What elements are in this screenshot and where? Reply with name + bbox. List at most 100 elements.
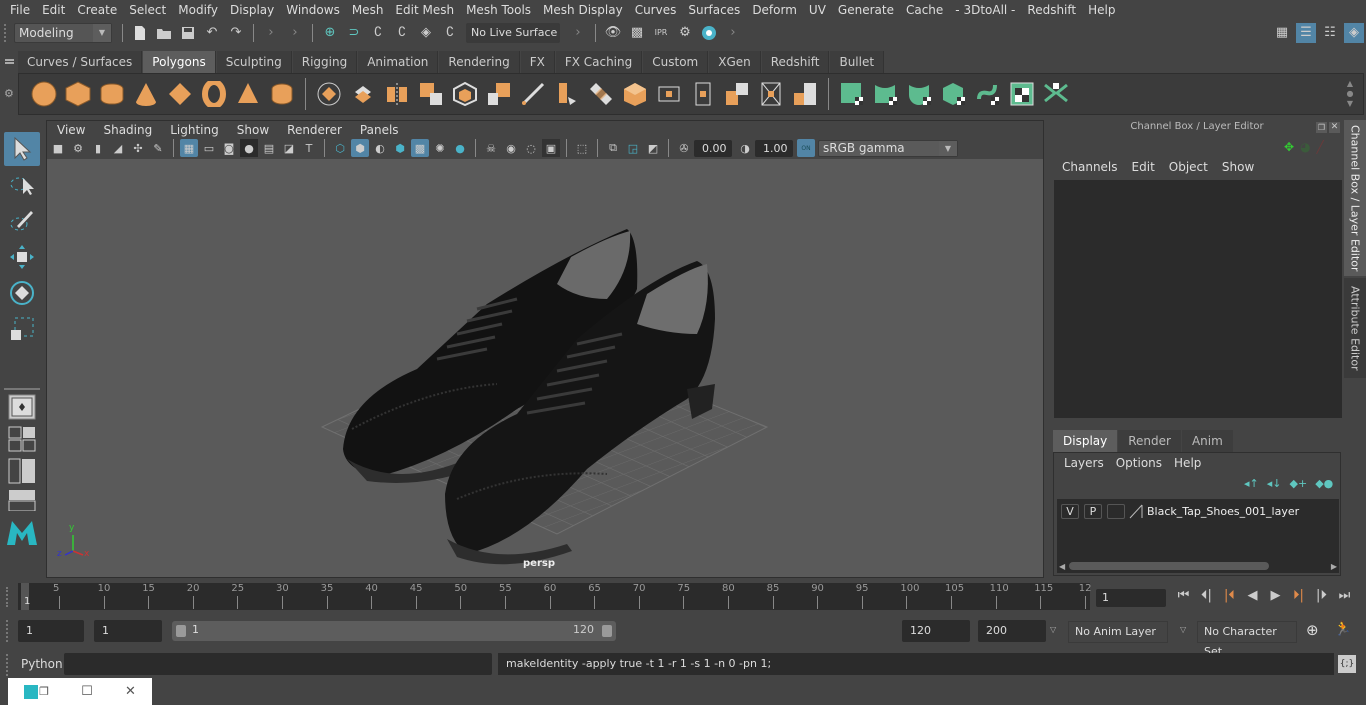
grease-pencil-icon[interactable]: ✎ — [149, 139, 167, 157]
time-slider[interactable]: 1 5 10 15 20 25 30 35 40 45 50 55 60 65 70 75 80 85 90 95 1… — [18, 583, 1092, 610]
resolution-gate-icon[interactable]: ◙ — [220, 139, 238, 157]
remesh-icon[interactable] — [484, 79, 514, 109]
current-frame-field[interactable]: 1 — [1096, 589, 1166, 607]
animation-preferences-icon[interactable]: 🏃 — [1334, 621, 1351, 637]
exposure-icon[interactable]: ✇ — [675, 139, 693, 157]
wireframe-on-shaded-icon[interactable]: ⬢ — [391, 139, 409, 157]
colorspace-dropdown[interactable]: sRGB gamma ▼ — [818, 139, 958, 157]
bridge-icon[interactable] — [586, 79, 616, 109]
use-all-lights-icon[interactable]: ✺ — [431, 139, 449, 157]
gamma-icon[interactable]: ◑ — [736, 139, 754, 157]
layer-tab-render[interactable]: Render — [1118, 430, 1181, 452]
menu-edit[interactable]: Edit — [36, 3, 71, 17]
cb-menu-edit[interactable]: Edit — [1125, 160, 1162, 174]
combine-icon[interactable] — [314, 79, 344, 109]
wireframe-icon[interactable]: ⬡ — [331, 139, 349, 157]
menu-redshift[interactable]: Redshift — [1021, 3, 1082, 17]
screen-space-ao-icon[interactable]: ☠ — [482, 139, 500, 157]
mirror-icon[interactable] — [382, 79, 412, 109]
menu-cache[interactable]: Cache — [900, 3, 949, 17]
menu-display[interactable]: Display — [224, 3, 280, 17]
range-start-handle[interactable] — [176, 625, 186, 637]
shelf-tab-rendering[interactable]: Rendering — [439, 51, 520, 73]
poly-plane-icon[interactable] — [165, 79, 195, 109]
field-chart-icon[interactable]: ▤ — [260, 139, 278, 157]
bookmark-icon[interactable]: ▮ — [89, 139, 107, 157]
insert-edge-loop-icon[interactable] — [688, 79, 718, 109]
snap-curve-icon[interactable]: ⊃ — [344, 23, 364, 43]
layer-row[interactable]: V P Black_Tap_Shoes_001_layer — [1057, 501, 1339, 521]
menu-select[interactable]: Select — [123, 3, 172, 17]
step-forward-frame-icon[interactable]: |⏵ — [1312, 588, 1331, 603]
layer-list-hscrollbar[interactable]: ◀ ▶ — [1059, 561, 1337, 571]
menu-file[interactable]: File — [4, 3, 36, 17]
new-scene-icon[interactable] — [130, 23, 150, 43]
layer-tab-anim[interactable]: Anim — [1181, 430, 1233, 452]
drag-handle[interactable] — [6, 654, 9, 676]
paint-select-tool[interactable] — [4, 204, 40, 238]
shelf-tab-fx-caching[interactable]: FX Caching — [555, 51, 643, 73]
viewport-menu-lighting[interactable]: Lighting — [161, 123, 228, 137]
textured-icon[interactable]: ▩ — [411, 139, 429, 157]
grid-icon[interactable]: ▦ — [180, 139, 198, 157]
four-view-layout-icon[interactable] — [4, 424, 40, 454]
poly-sphere-icon[interactable] — [29, 79, 59, 109]
layer-name[interactable]: Black_Tap_Shoes_001_layer — [1147, 505, 1299, 518]
single-perspective-layout-icon[interactable] — [4, 392, 40, 422]
shelf-tab-custom[interactable]: Custom — [643, 51, 709, 73]
le-menu-options[interactable]: Options — [1110, 456, 1168, 470]
tool-settings-icon[interactable]: ☷ — [1320, 23, 1340, 43]
extrude-icon[interactable] — [552, 79, 582, 109]
menu-mesh-tools[interactable]: Mesh Tools — [460, 3, 537, 17]
film-gate-icon[interactable]: ▭ — [200, 139, 218, 157]
step-forward-key-icon[interactable]: ⏵| — [1289, 588, 1308, 603]
collapse-arrow-icon[interactable]: › — [261, 23, 281, 43]
menu-3dtoall[interactable]: - 3DtoAll - — [949, 3, 1021, 17]
move-tool[interactable] — [4, 240, 40, 274]
safe-title-icon[interactable]: Ｔ — [300, 139, 318, 157]
restore-icon[interactable]: ❐ — [39, 685, 49, 698]
uv-cylindrical-icon[interactable] — [871, 79, 901, 109]
render-view-icon[interactable]: 👁 — [603, 23, 623, 43]
step-back-key-icon[interactable]: |⏴ — [1220, 588, 1239, 603]
rotate-tool[interactable] — [4, 276, 40, 310]
range-slider[interactable]: 1 120 — [172, 621, 616, 641]
manipulator-icon[interactable]: ✥ — [1284, 140, 1294, 154]
layer-visibility-toggle[interactable]: V — [1061, 503, 1079, 519]
menu-uv[interactable]: UV — [803, 3, 832, 17]
range-end-handle[interactable] — [602, 625, 612, 637]
poly-cone-icon[interactable] — [131, 79, 161, 109]
make-live-icon[interactable]: ∁ — [440, 23, 460, 43]
viewport-menu-panels[interactable]: Panels — [351, 123, 408, 137]
le-menu-layers[interactable]: Layers — [1058, 456, 1110, 470]
cb-menu-channels[interactable]: Channels — [1055, 160, 1125, 174]
scroll-thumb[interactable] — [1069, 562, 1270, 570]
shelf-tab-polygons[interactable]: Polygons — [143, 51, 216, 73]
step-back-frame-icon[interactable]: ⏴| — [1197, 588, 1216, 603]
viewport-menu-shading[interactable]: Shading — [94, 123, 161, 137]
le-menu-help[interactable]: Help — [1168, 456, 1207, 470]
viewport-menu-renderer[interactable]: Renderer — [278, 123, 351, 137]
save-scene-icon[interactable] — [178, 23, 198, 43]
workspace-dropdown[interactable]: Modeling ▼ — [14, 22, 112, 43]
shelf-tab-rigging[interactable]: Rigging — [292, 51, 358, 73]
play-backwards-icon[interactable]: ◀ — [1243, 588, 1262, 603]
hyperbolic-icon[interactable]: ╱ — [1317, 140, 1324, 154]
poly-pipe-icon[interactable] — [267, 79, 297, 109]
anim-layer-dropdown[interactable]: No Anim Layer — [1068, 621, 1168, 643]
select-tool[interactable] — [4, 132, 40, 166]
ipr-render-icon[interactable]: IPR — [651, 23, 671, 43]
shelf-menu-icon[interactable] — [5, 59, 14, 61]
render-settings-icon[interactable]: ⚙ — [675, 23, 695, 43]
go-to-end-icon[interactable]: ⏭ — [1335, 588, 1354, 603]
modeling-toolkit-icon[interactable]: ▦ — [1272, 23, 1292, 43]
3d-viewport[interactable]: y x z persp — [47, 159, 1043, 577]
smooth-icon[interactable] — [416, 79, 446, 109]
shelf-tab-redshift[interactable]: Redshift — [761, 51, 830, 73]
shelf-tab-curves-surfaces[interactable]: Curves / Surfaces — [18, 51, 143, 73]
shelf-tab-bullet[interactable]: Bullet — [830, 51, 885, 73]
reduce-icon[interactable] — [450, 79, 480, 109]
exposure-field[interactable]: 0.00 — [694, 139, 732, 157]
snap-view-plane-icon[interactable]: ∁ — [392, 23, 412, 43]
menu-modify[interactable]: Modify — [172, 3, 224, 17]
